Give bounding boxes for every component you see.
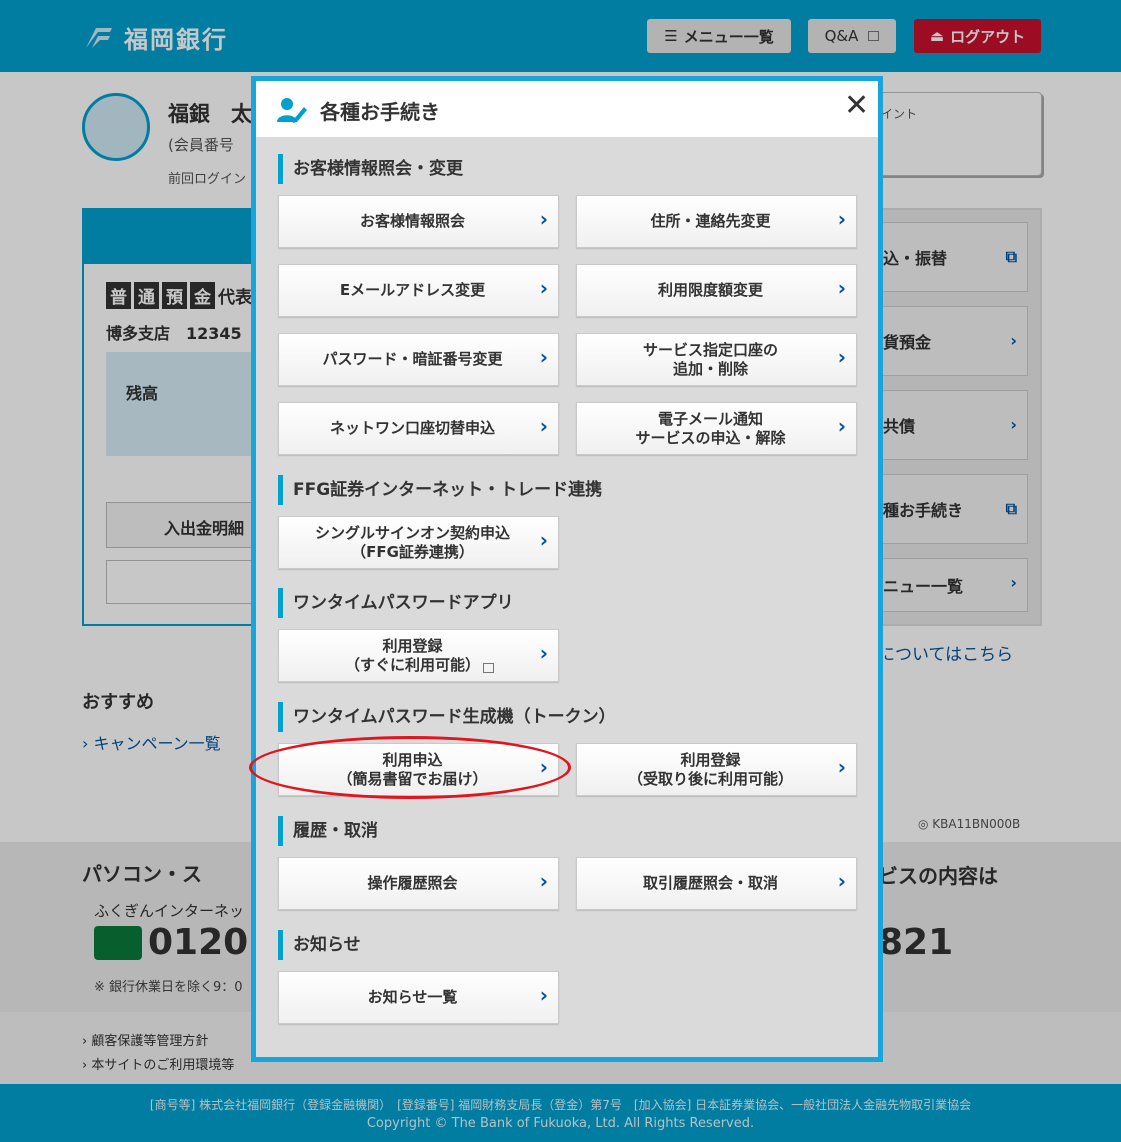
notice-list-button[interactable]: お知らせ一覧 › bbox=[278, 971, 559, 1024]
chevron-right-icon: › bbox=[539, 207, 548, 231]
modal-header: 各種お手続き ✕ bbox=[256, 81, 878, 137]
token-register-button[interactable]: 利用登録 （受取り後に利用可能） › bbox=[576, 743, 857, 796]
user-edit-icon bbox=[277, 98, 307, 123]
service-account-button[interactable]: サービス指定口座の 追加・削除 › bbox=[576, 333, 857, 386]
address-change-button[interactable]: 住所・連絡先変更 › bbox=[576, 195, 857, 248]
button-label: 利用登録 （受取り後に利用可能） bbox=[627, 750, 793, 788]
section-ffg-securities: FFG証券インターネット・トレード連携 bbox=[278, 475, 602, 505]
section-otp-token: ワンタイムパスワード生成機（トークン） bbox=[278, 702, 616, 732]
chevron-right-icon: › bbox=[539, 983, 548, 1007]
close-icon[interactable]: ✕ bbox=[844, 91, 869, 121]
chevron-right-icon: › bbox=[539, 641, 548, 665]
button-label: 利用限度額変更 bbox=[657, 281, 763, 299]
button-label: 住所・連絡先変更 bbox=[650, 212, 771, 230]
section-notices: お知らせ bbox=[278, 930, 361, 960]
button-label: 電子メール通知 サービスの申込・解除 bbox=[635, 409, 786, 447]
button-label: シングルサインオン契約申込 （FFG証券連携） bbox=[314, 523, 510, 561]
button-label: ネットワン口座切替申込 bbox=[329, 419, 495, 437]
single-signon-button[interactable]: シングルサインオン契約申込 （FFG証券連携） › bbox=[278, 516, 559, 569]
button-label: 操作履歴照会 bbox=[367, 874, 458, 892]
chevron-right-icon: › bbox=[539, 345, 548, 369]
button-label: お客様情報照会 bbox=[359, 212, 465, 230]
chevron-right-icon: › bbox=[837, 414, 846, 438]
section-history: 履歴・取消 bbox=[278, 816, 378, 846]
email-notify-button[interactable]: 電子メール通知 サービスの申込・解除 › bbox=[576, 402, 857, 455]
chevron-right-icon: › bbox=[837, 207, 846, 231]
button-label: 利用登録 （すぐに利用可能） bbox=[344, 636, 480, 674]
button-label: お知らせ一覧 bbox=[367, 988, 458, 1006]
limit-change-button[interactable]: 利用限度額変更 › bbox=[576, 264, 857, 317]
section-otp-app: ワンタイムパスワードアプリ bbox=[278, 588, 514, 618]
button-label: 取引履歴照会・取消 bbox=[642, 874, 778, 892]
chevron-right-icon: › bbox=[837, 345, 846, 369]
transaction-history-button[interactable]: 取引履歴照会・取消 › bbox=[576, 857, 857, 910]
external-window-icon bbox=[483, 663, 494, 673]
chevron-right-icon: › bbox=[837, 869, 846, 893]
chevron-right-icon: › bbox=[539, 755, 548, 779]
email-change-button[interactable]: Eメールアドレス変更 › bbox=[278, 264, 559, 317]
button-label: Eメールアドレス変更 bbox=[339, 281, 486, 299]
password-change-button[interactable]: パスワード・暗証番号変更 › bbox=[278, 333, 559, 386]
procedures-modal: 各種お手続き ✕ お客様情報照会・変更 お客様情報照会 › 住所・連絡先変更 › E… bbox=[251, 76, 883, 1062]
operation-history-button[interactable]: 操作履歴照会 › bbox=[278, 857, 559, 910]
chevron-right-icon: › bbox=[837, 755, 846, 779]
customer-info-button[interactable]: お客様情報照会 › bbox=[278, 195, 559, 248]
chevron-right-icon: › bbox=[539, 869, 548, 893]
chevron-right-icon: › bbox=[539, 276, 548, 300]
button-label: サービス指定口座の 追加・削除 bbox=[642, 340, 778, 378]
page: 福岡銀行 ☰ メニュー一覧 Q&A ⏏ ログアウト 福銀 太 (会員番号 前回ロ… bbox=[0, 0, 1121, 1142]
token-apply-button[interactable]: 利用申込 （簡易書留でお届け） › bbox=[278, 743, 559, 796]
app-register-button[interactable]: 利用登録 （すぐに利用可能） › bbox=[278, 629, 559, 682]
button-label: 利用申込 （簡易書留でお届け） bbox=[337, 750, 488, 788]
chevron-right-icon: › bbox=[837, 276, 846, 300]
section-customer-info: お客様情報照会・変更 bbox=[278, 154, 463, 184]
chevron-right-icon: › bbox=[539, 414, 548, 438]
modal-title: 各種お手続き bbox=[320, 100, 440, 124]
chevron-right-icon: › bbox=[539, 528, 548, 552]
button-label: パスワード・暗証番号変更 bbox=[322, 350, 503, 368]
netone-switch-button[interactable]: ネットワン口座切替申込 › bbox=[278, 402, 559, 455]
